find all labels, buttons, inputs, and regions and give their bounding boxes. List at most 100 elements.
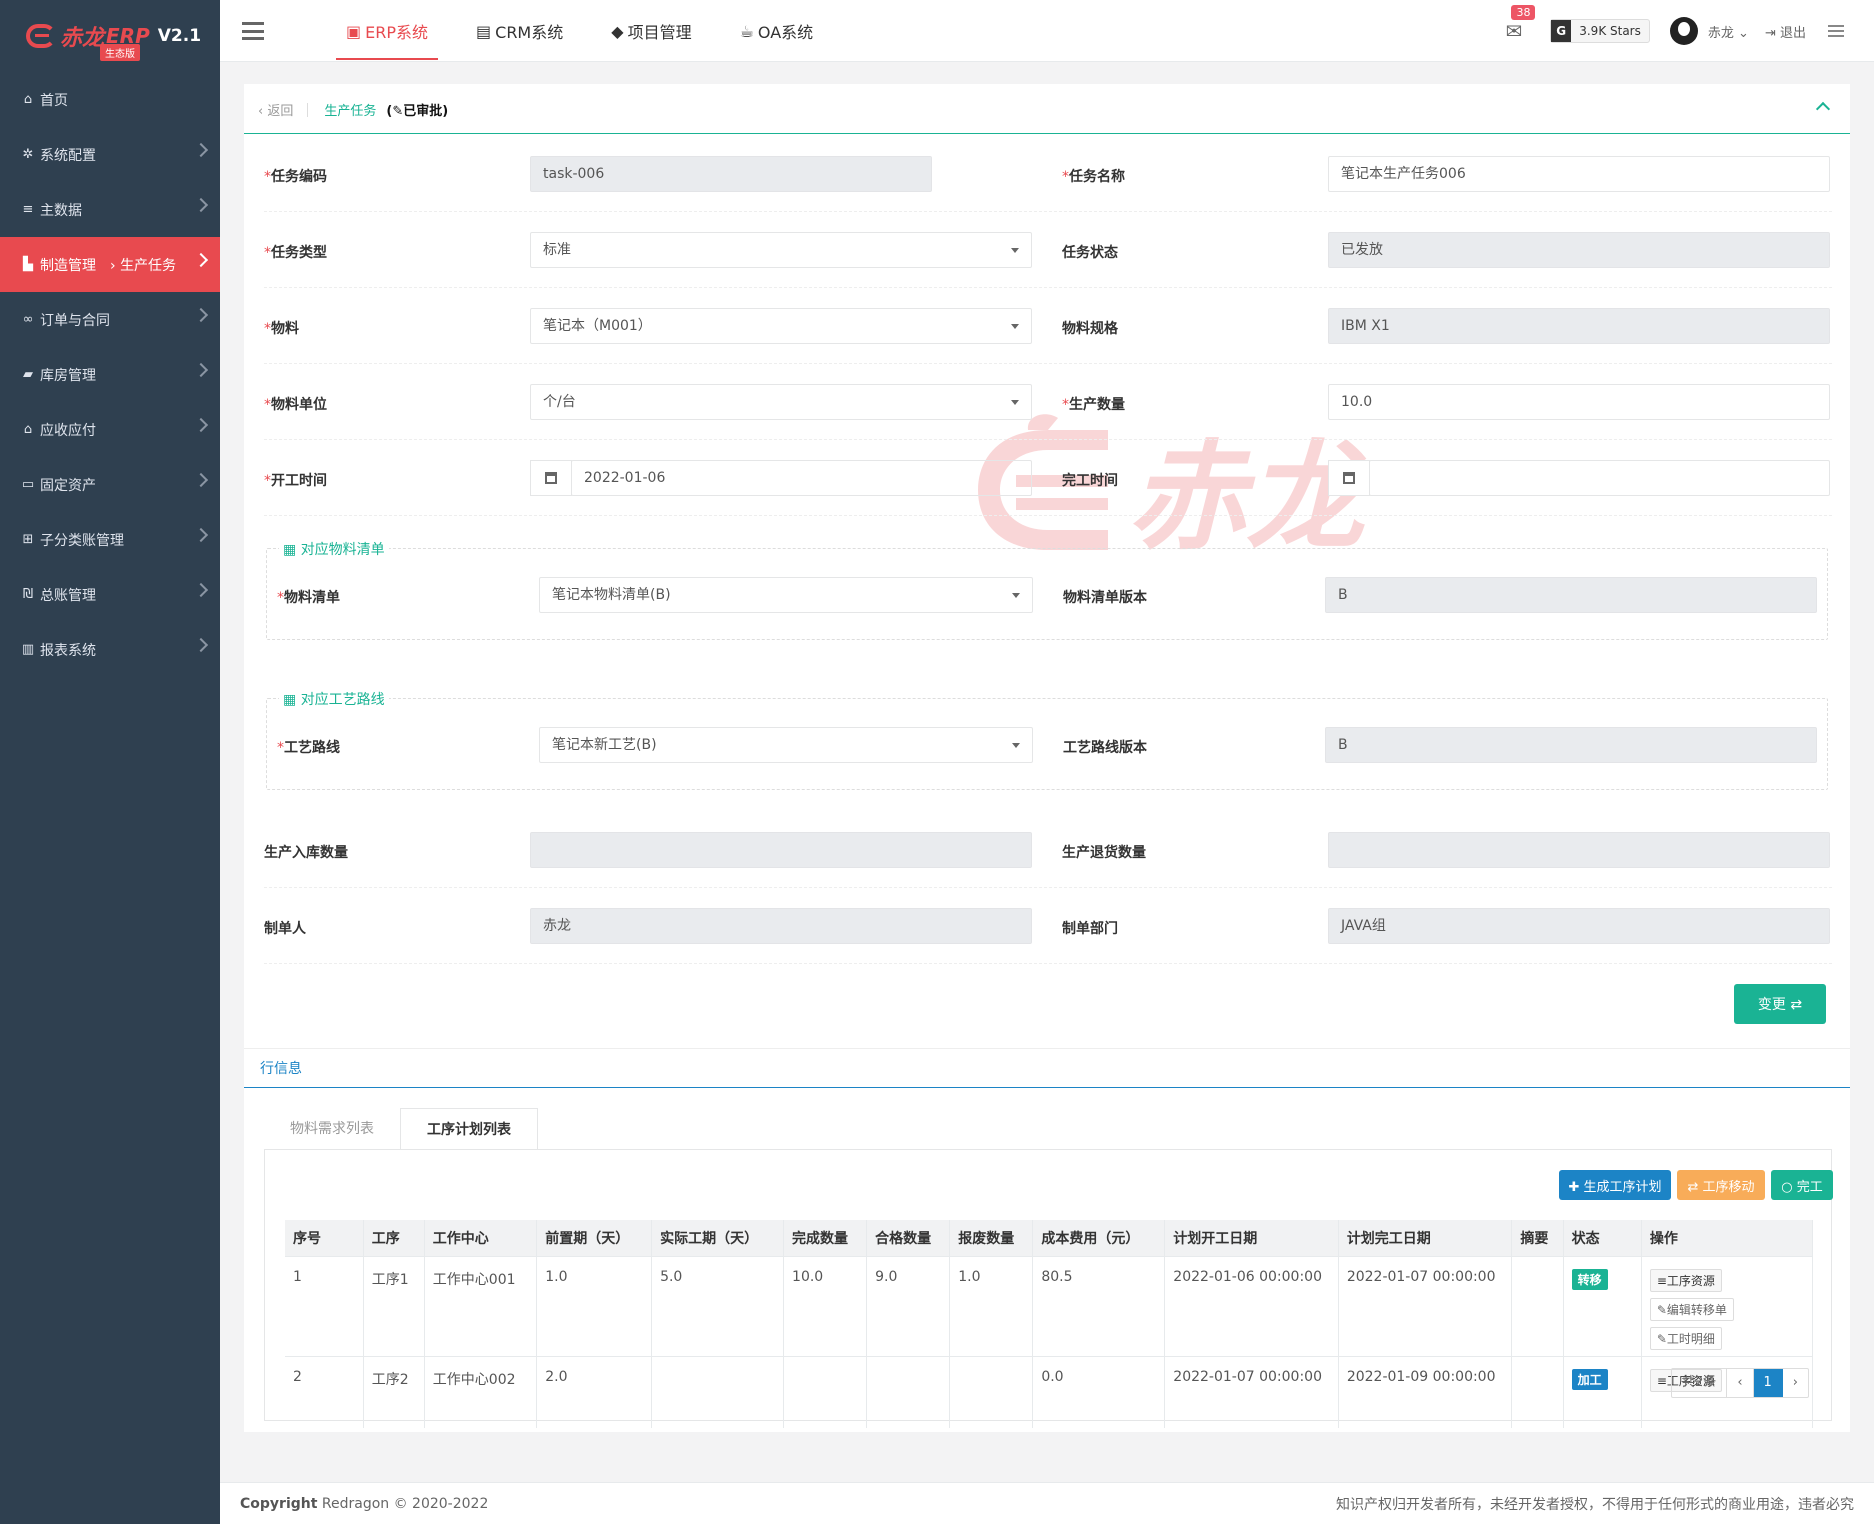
sidebar-item-label: 制造管理 [40, 257, 96, 274]
sidebar-subitem-label: › 生产任务 [110, 257, 177, 274]
table-cell [783, 1355, 868, 1428]
tab-erp[interactable]: ▣ ERP系统 [336, 0, 439, 62]
column-header[interactable]: 工序 [363, 1220, 425, 1256]
sidebar-item-2[interactable]: ≡ 主数据 [0, 182, 220, 237]
bom-version-field[interactable]: B [1325, 577, 1817, 613]
sidebar-item-9[interactable]: ₪ 总账管理 [0, 567, 220, 622]
page-1-button[interactable]: 1 [1753, 1369, 1783, 1397]
column-header[interactable]: 成本费用（元） [1032, 1220, 1166, 1256]
calendar-icon[interactable] [1328, 460, 1370, 496]
table-cell: 5.0 [651, 1255, 785, 1356]
start-time-field[interactable]: 2022-01-06 [571, 460, 1032, 496]
right-sidebar-icon[interactable] [1828, 25, 1844, 37]
material-spec-field[interactable]: IBM X1 [1328, 308, 1830, 344]
return-qty-field[interactable] [1328, 832, 1830, 868]
logo[interactable]: 赤龙 ERP V2.1 生态版 [0, 0, 220, 72]
chevron-right-icon [193, 582, 209, 598]
process-move-button[interactable]: ⇄ 工序移动 [1677, 1170, 1765, 1200]
row-action-button[interactable]: ✎工时明细 [1649, 1326, 1722, 1350]
row-action-button[interactable]: ≡工序资源 [1649, 1268, 1722, 1292]
sidebar-item-1[interactable]: ✲ 系统配置 [0, 127, 220, 182]
logout-button[interactable]: ⇥ 退出 [1765, 22, 1806, 41]
tab-cube[interactable]: ◆ 项目管理 [601, 0, 701, 62]
task-status-field[interactable]: 已发放 [1328, 232, 1830, 268]
column-header[interactable]: 状态 [1563, 1220, 1642, 1256]
tab-material-requirements[interactable]: 物料需求列表 [264, 1108, 400, 1150]
table-cell [1511, 1255, 1564, 1356]
column-header[interactable]: 前置期（天） [536, 1220, 653, 1256]
creator-field[interactable]: 赤龙 [530, 908, 1032, 944]
tab-process-plan[interactable]: 工序计划列表 [400, 1108, 538, 1150]
change-button[interactable]: 变更 ⇄ [1734, 984, 1826, 1024]
process-plan-panel: ✚ 生成工序计划 ⇄ 工序移动 ○ 完工 序号 工序 工作中心 前置期（天） 实际工期（… [264, 1149, 1833, 1428]
task-name-field[interactable]: 笔记本生产任务006 [1328, 156, 1830, 192]
column-header[interactable]: 实际工期（天） [651, 1220, 785, 1256]
column-header[interactable]: 操作 [1641, 1220, 1814, 1256]
chevron-right-icon [193, 472, 209, 488]
route-label: *工艺路线 [277, 740, 340, 756]
cube-icon: ◆ [611, 21, 624, 41]
column-header[interactable]: 报废数量 [949, 1220, 1034, 1256]
column-header[interactable]: 工作中心 [424, 1220, 538, 1256]
in-qty-field[interactable] [530, 832, 1032, 868]
finish-button[interactable]: ○ 完工 [1771, 1170, 1833, 1200]
column-header[interactable]: 序号 [285, 1220, 364, 1256]
back-link[interactable]: ‹ 返回 [258, 100, 293, 119]
column-header[interactable]: 合格数量 [866, 1220, 951, 1256]
sidebar-item-7[interactable]: ▭ 固定资产 [0, 457, 220, 512]
tab-coffee[interactable]: ☕ OA系统 [730, 0, 824, 62]
next-page-button[interactable]: › [1783, 1369, 1808, 1397]
route-version-field[interactable]: B [1325, 727, 1817, 763]
table-cell: 2022-01-07 00:00:00 [1164, 1355, 1339, 1428]
form-row-1: *任务编码 task-006 *任务名称 笔记本生产任务006 [264, 136, 1832, 212]
row-action-button[interactable]: ✎编辑转移单 [1649, 1297, 1734, 1321]
end-time-field[interactable] [1369, 460, 1830, 496]
form-row-3: *物料 笔记本（M001） 物料规格 IBM X1 [264, 288, 1832, 364]
form-row-5: *开工时间 2022-01-06 完工时间 [264, 440, 1832, 516]
production-qty-field[interactable]: 10.0 [1328, 384, 1830, 420]
book-icon: ▥ [21, 642, 35, 657]
route-select[interactable]: 笔记本新工艺(B) [539, 727, 1033, 763]
task-code-field[interactable]: task-006 [530, 156, 932, 192]
column-header[interactable]: 计划完工日期 [1338, 1220, 1513, 1256]
user-menu[interactable]: 赤龙 ⌄ [1708, 22, 1749, 41]
column-header[interactable]: 完成数量 [783, 1220, 868, 1256]
sidebar-item-0[interactable]: ⌂ 首页 [0, 72, 220, 127]
tab-crm[interactable]: ▤ CRM系统 [466, 0, 573, 62]
table-row[interactable]: 1 工序1 工作中心001 1.0 5.0 10.0 9.0 1.0 80.5 2022-01-0… [285, 1255, 1814, 1356]
start-time-label: *开工时间 [264, 473, 327, 489]
bom-select[interactable]: 笔记本物料清单(B) [539, 577, 1033, 613]
return-qty-label: 生产退货数量 [1062, 845, 1146, 861]
sidebar-item-5[interactable]: ▰ 库房管理 [0, 347, 220, 402]
github-stars-button[interactable]: G 3.9K Stars [1550, 19, 1650, 43]
table-cell [1511, 1355, 1564, 1428]
bom-label: *物料清单 [277, 590, 340, 606]
sidebar-item-10[interactable]: ▥ 报表系统 [0, 622, 220, 677]
table-cell: 1.0 [949, 1255, 1034, 1356]
mail-button[interactable]: ✉ 38 [1505, 5, 1536, 43]
hamburger-icon[interactable] [242, 22, 264, 40]
calendar-icon[interactable] [530, 460, 572, 496]
sidebar-item-4[interactable]: ∞ 订单与合同 [0, 292, 220, 347]
generate-plan-button[interactable]: ✚ 生成工序计划 [1559, 1170, 1671, 1200]
table-row[interactable]: 2 工序2 工作中心002 2.0 0.0 2022-01-07 00:00:00 2022… [285, 1355, 1814, 1428]
material-select[interactable]: 笔记本（M001） [530, 308, 1032, 344]
collapse-icon[interactable] [1815, 101, 1831, 117]
avatar[interactable] [1669, 17, 1698, 45]
column-header[interactable]: 计划开工日期 [1164, 1220, 1339, 1256]
prev-page-button[interactable]: ‹ [1727, 1369, 1754, 1397]
sidebar-item-8[interactable]: ⊞ 子分类账管理 [0, 512, 220, 567]
dept-field[interactable]: JAVA组 [1328, 908, 1830, 944]
form-row-6: 生产入库数量 生产退货数量 [264, 812, 1832, 888]
sidebar-item-6[interactable]: ⌂ 应收应付 [0, 402, 220, 457]
detail-tabs: 物料需求列表 工序计划列表 [264, 1108, 538, 1150]
chevron-right-icon [193, 362, 209, 378]
sidebar-item-3[interactable]: ▙ 制造管理 › 生产任务 [0, 237, 220, 292]
table-cell [949, 1355, 1034, 1428]
logo-mark-icon [26, 24, 56, 48]
sidebar-item-label: 首页 [40, 92, 68, 109]
task-type-select[interactable]: 标准 [530, 232, 1032, 268]
material-spec-label: 物料规格 [1062, 321, 1118, 337]
column-header[interactable]: 摘要 [1511, 1220, 1564, 1256]
material-unit-select[interactable]: 个/台 [530, 384, 1032, 420]
